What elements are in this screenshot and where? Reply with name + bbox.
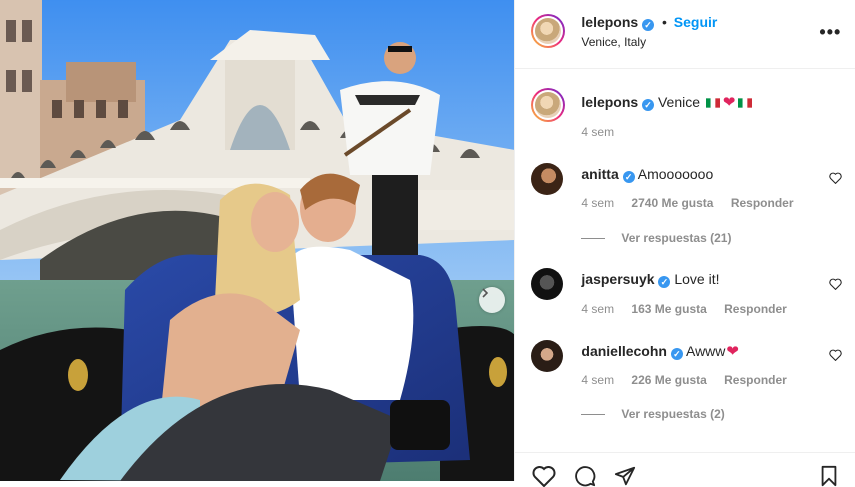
post-photo[interactable] <box>0 0 515 481</box>
reply-button[interactable]: Responder <box>731 196 794 210</box>
comment-meta: 4 sem 163 Me gusta Responder <box>581 302 800 316</box>
speech-bubble-icon[interactable] <box>573 465 597 487</box>
caption-meta: 4 sem <box>581 125 628 139</box>
caption-text: Venice <box>657 94 701 110</box>
italy-flag-icon <box>705 98 720 108</box>
comment-text: Amooooooo <box>637 166 714 182</box>
action-bar <box>515 452 855 487</box>
reply-button[interactable]: Responder <box>724 302 787 316</box>
view-replies-button[interactable]: Ver respuestas (21) <box>581 231 731 245</box>
bookmark-icon[interactable] <box>818 465 840 487</box>
heart-emoji-icon: ❤ <box>722 94 736 111</box>
caption-line: lelepons ✓ Venice ❤ <box>581 93 754 111</box>
heart-outline-icon[interactable] <box>532 465 556 487</box>
paper-plane-icon[interactable] <box>613 465 637 487</box>
verified-badge-icon: ✓ <box>658 276 671 288</box>
chevron-right-icon <box>482 288 489 298</box>
divider <box>581 238 606 240</box>
caption-time[interactable]: 4 sem <box>581 125 614 139</box>
verified-badge-icon: ✓ <box>670 348 683 360</box>
comment-username[interactable]: jaspersuyk <box>581 271 654 287</box>
comment-meta: 4 sem 2740 Me gusta Responder <box>581 196 807 210</box>
comment-likes[interactable]: 226 Me gusta <box>631 373 706 387</box>
heart-outline-icon[interactable] <box>829 172 843 184</box>
view-replies-label: Ver respuestas (21) <box>621 231 732 245</box>
comment-username[interactable]: anitta <box>581 166 618 182</box>
carousel-next-button[interactable] <box>479 287 505 313</box>
commenter-avatar[interactable] <box>531 268 564 300</box>
comment-likes[interactable]: 163 Me gusta <box>631 302 706 316</box>
comment-time[interactable]: 4 sem <box>581 373 614 387</box>
italy-flag-icon <box>738 98 753 108</box>
comment-text: Love it! <box>674 271 720 287</box>
comment-username[interactable]: daniellecohn <box>581 343 667 359</box>
comment-time[interactable]: 4 sem <box>581 196 614 210</box>
comment-likes[interactable]: 2740 Me gusta <box>631 196 713 210</box>
commenter-avatar[interactable] <box>531 163 564 195</box>
heart-emoji-icon: ❤ <box>726 343 739 360</box>
venice-gondola-photo <box>0 0 515 481</box>
comment-line: daniellecohn ✓ Awww❤ <box>581 342 740 360</box>
author-name-row: lelepons ✓ • Seguir <box>581 14 717 31</box>
comment-line: jaspersuyk ✓ Love it! <box>581 271 719 288</box>
comment-line: anitta ✓ Amooooooo <box>581 166 713 183</box>
author-avatar[interactable] <box>531 14 566 48</box>
verified-badge-icon: ✓ <box>642 99 655 111</box>
post-header: lelepons ✓ • Seguir Venice, Italy ••• <box>515 0 855 69</box>
reply-button[interactable]: Responder <box>724 373 787 387</box>
comment-text: Awww <box>685 343 726 359</box>
instagram-post: lelepons ✓ • Seguir Venice, Italy ••• le… <box>0 0 855 487</box>
more-options-icon[interactable]: ••• <box>819 22 841 43</box>
separator-dot: • <box>661 14 667 30</box>
comment-meta: 4 sem 226 Me gusta Responder <box>581 373 800 387</box>
verified-badge-icon: ✓ <box>642 19 655 31</box>
caption-username[interactable]: lelepons <box>581 94 638 110</box>
heart-outline-icon[interactable] <box>829 349 843 361</box>
divider <box>581 414 606 416</box>
follow-button[interactable]: Seguir <box>674 14 718 30</box>
comment-time[interactable]: 4 sem <box>581 302 614 316</box>
heart-outline-icon[interactable] <box>829 278 843 290</box>
caption-avatar[interactable] <box>531 88 566 122</box>
view-replies-button[interactable]: Ver respuestas (2) <box>581 407 725 421</box>
verified-badge-icon: ✓ <box>622 171 635 183</box>
post-details-panel: lelepons ✓ • Seguir Venice, Italy ••• le… <box>514 0 855 487</box>
post-location[interactable]: Venice, Italy <box>581 35 646 49</box>
commenter-avatar[interactable] <box>531 340 564 372</box>
view-replies-label: Ver respuestas (2) <box>621 407 725 421</box>
author-username[interactable]: lelepons <box>581 14 638 30</box>
